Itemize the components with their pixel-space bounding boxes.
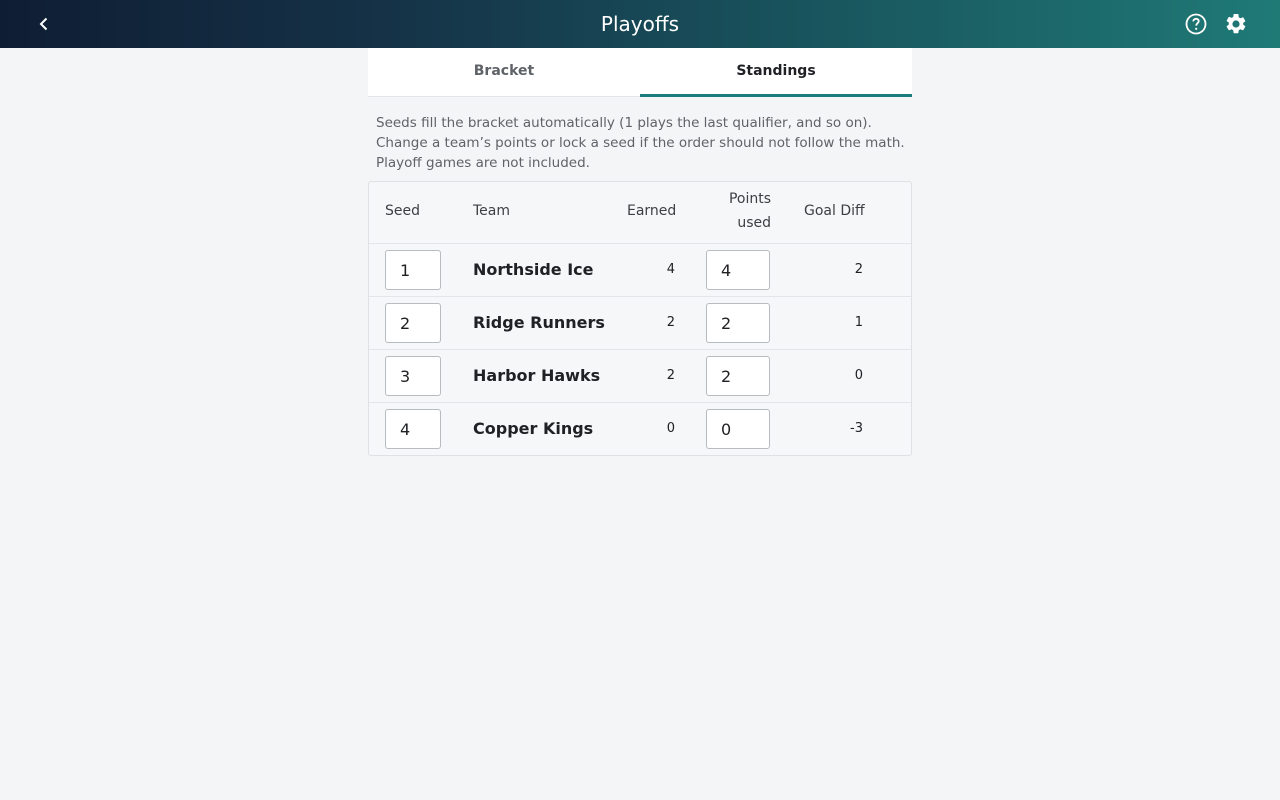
seed-input[interactable] [385, 250, 441, 290]
help-line: Change a team’s points or lock a seed if… [376, 135, 905, 151]
earned-points: 4 [666, 262, 675, 277]
tab-bracket[interactable]: Bracket [368, 48, 640, 96]
chevron-left-icon [39, 17, 48, 31]
help-line: Seeds fill the bracket automatically (1 … [376, 115, 872, 131]
table-row: Northside Ice 4 2 [369, 244, 911, 297]
table-row: Harbor Hawks 2 0 [369, 350, 911, 403]
help-circle-icon [1185, 13, 1207, 35]
help-button[interactable] [1182, 10, 1210, 38]
team-name: Ridge Runners [473, 313, 605, 332]
column-header-goal-diff: Goal Diff [804, 203, 865, 219]
points-used-input[interactable] [706, 250, 770, 290]
goal-diff: 0 [854, 368, 863, 383]
gear-icon [1226, 13, 1246, 34]
settings-button[interactable] [1222, 10, 1250, 38]
page-title: Playoffs [600, 12, 680, 36]
goal-diff: 1 [854, 315, 863, 330]
table-header: Seed Team Earned Points used Goal Diff [369, 182, 911, 244]
tab-standings[interactable]: Standings [640, 48, 912, 97]
team-name: Northside Ice [473, 260, 594, 279]
seed-input[interactable] [385, 356, 441, 396]
table-row: Ridge Runners 2 1 [369, 297, 911, 350]
column-header-points-used: Points [728, 191, 771, 207]
standings-table: Seed Team Earned Points used Goal Diff N… [368, 181, 912, 456]
column-header-points-used-line2: used [737, 215, 771, 231]
points-used-input[interactable] [706, 409, 770, 449]
column-header-earned: Earned [627, 203, 677, 219]
seed-input[interactable] [385, 303, 441, 343]
back-button[interactable] [30, 10, 58, 38]
points-used-input[interactable] [706, 303, 770, 343]
earned-points: 0 [666, 421, 675, 436]
app-bar: Playoffs [0, 0, 1280, 48]
tab-bar: Bracket Standings [368, 48, 912, 97]
goal-diff: 2 [854, 262, 863, 277]
help-line: Playoff games are not included. [376, 155, 590, 171]
seed-input[interactable] [385, 409, 441, 449]
points-used-input[interactable] [706, 356, 770, 396]
table-row: Copper Kings 0 -3 [369, 403, 911, 455]
earned-points: 2 [666, 368, 675, 383]
earned-points: 2 [666, 315, 675, 330]
team-name: Copper Kings [473, 419, 594, 438]
team-name: Harbor Hawks [473, 366, 601, 385]
column-header-team: Team [473, 203, 511, 219]
standings-help-text: Seeds fill the bracket automatically (1 … [376, 113, 916, 173]
column-header-seed: Seed [385, 203, 420, 219]
goal-diff: -3 [850, 421, 863, 436]
